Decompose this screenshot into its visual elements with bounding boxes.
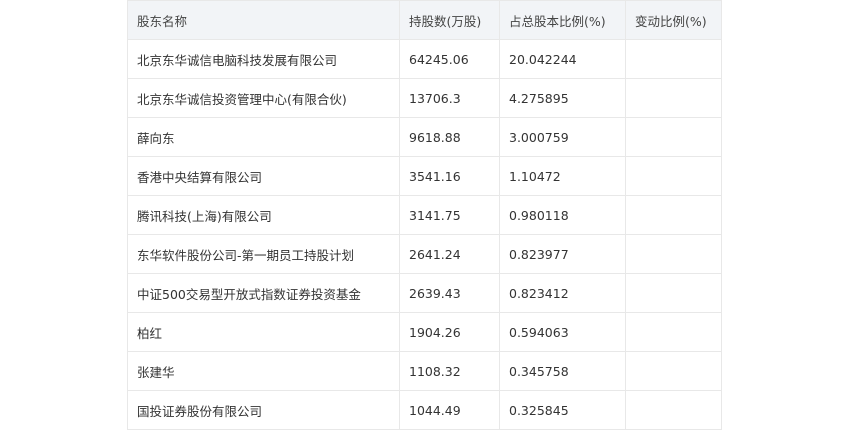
cell-share-ratio: 0.823977 [499, 234, 626, 274]
cell-share-ratio: 0.325845 [499, 390, 626, 430]
cell-change-ratio [625, 156, 722, 196]
cell-share-ratio: 20.042244 [499, 39, 626, 79]
cell-shares-held: 1108.32 [399, 351, 500, 391]
cell-shares-held: 2641.24 [399, 234, 500, 274]
cell-shareholder-name: 腾讯科技(上海)有限公司 [127, 195, 400, 235]
cell-change-ratio [625, 39, 722, 79]
cell-shares-held: 3541.16 [399, 156, 500, 196]
cell-change-ratio [625, 312, 722, 352]
cell-shareholder-name: 北京东华诚信投资管理中心(有限合伙) [127, 78, 400, 118]
cell-shares-held: 64245.06 [399, 39, 500, 79]
cell-change-ratio [625, 195, 722, 235]
cell-change-ratio [625, 390, 722, 430]
table-row: 柏红 1904.26 0.594063 [127, 312, 722, 352]
cell-change-ratio [625, 234, 722, 274]
table-row: 北京东华诚信投资管理中心(有限合伙) 13706.3 4.275895 [127, 78, 722, 118]
table-row: 中证500交易型开放式指数证券投资基金 2639.43 0.823412 [127, 273, 722, 313]
cell-change-ratio [625, 351, 722, 391]
cell-change-ratio [625, 117, 722, 157]
table-row: 东华软件股份公司-第一期员工持股计划 2641.24 0.823977 [127, 234, 722, 274]
cell-share-ratio: 0.823412 [499, 273, 626, 313]
cell-shares-held: 1904.26 [399, 312, 500, 352]
cell-change-ratio [625, 273, 722, 313]
cell-shareholder-name: 北京东华诚信电脑科技发展有限公司 [127, 39, 400, 79]
table-row: 香港中央结算有限公司 3541.16 1.10472 [127, 156, 722, 196]
cell-share-ratio: 4.275895 [499, 78, 626, 118]
table-row: 国投证券股份有限公司 1044.49 0.325845 [127, 390, 722, 430]
header-share-ratio: 占总股本比例(%) [499, 0, 626, 40]
cell-share-ratio: 1.10472 [499, 156, 626, 196]
cell-shareholder-name: 张建华 [127, 351, 400, 391]
cell-share-ratio: 0.980118 [499, 195, 626, 235]
cell-shares-held: 13706.3 [399, 78, 500, 118]
cell-shares-held: 2639.43 [399, 273, 500, 313]
cell-shares-held: 1044.49 [399, 390, 500, 430]
cell-shareholder-name: 中证500交易型开放式指数证券投资基金 [127, 273, 400, 313]
cell-shares-held: 9618.88 [399, 117, 500, 157]
table-row: 张建华 1108.32 0.345758 [127, 351, 722, 391]
header-change-ratio: 变动比例(%) [625, 0, 722, 40]
cell-shareholder-name: 香港中央结算有限公司 [127, 156, 400, 196]
cell-shareholder-name: 东华软件股份公司-第一期员工持股计划 [127, 234, 400, 274]
table-row: 薛向东 9618.88 3.000759 [127, 117, 722, 157]
cell-share-ratio: 0.594063 [499, 312, 626, 352]
cell-share-ratio: 0.345758 [499, 351, 626, 391]
table-header-row: 股东名称 持股数(万股) 占总股本比例(%) 变动比例(%) [127, 0, 722, 40]
shareholder-table-container: 股东名称 持股数(万股) 占总股本比例(%) 变动比例(%) 北京东华诚信电脑科… [127, 0, 722, 430]
table-row: 北京东华诚信电脑科技发展有限公司 64245.06 20.042244 [127, 39, 722, 79]
table-row: 腾讯科技(上海)有限公司 3141.75 0.980118 [127, 195, 722, 235]
header-shareholder-name: 股东名称 [127, 0, 400, 40]
cell-shareholder-name: 薛向东 [127, 117, 400, 157]
header-shares-held: 持股数(万股) [399, 0, 500, 40]
cell-shares-held: 3141.75 [399, 195, 500, 235]
cell-shareholder-name: 国投证券股份有限公司 [127, 390, 400, 430]
shareholder-table: 股东名称 持股数(万股) 占总股本比例(%) 变动比例(%) 北京东华诚信电脑科… [127, 0, 722, 430]
cell-shareholder-name: 柏红 [127, 312, 400, 352]
cell-change-ratio [625, 78, 722, 118]
cell-share-ratio: 3.000759 [499, 117, 626, 157]
